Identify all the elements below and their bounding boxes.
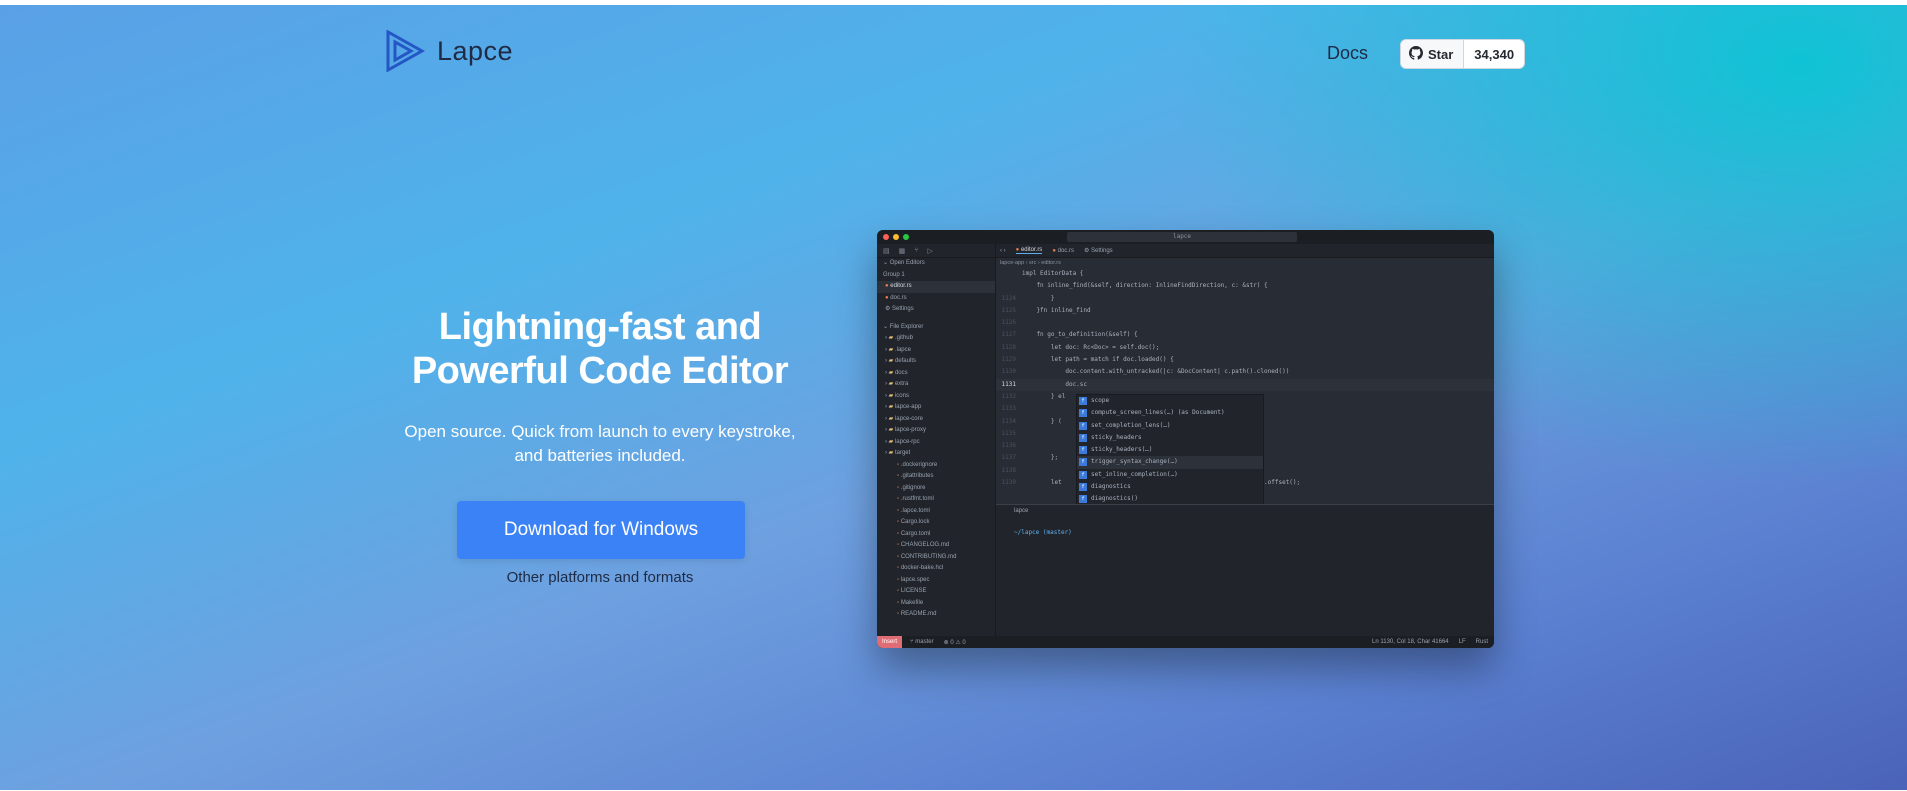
editor-titlebar: lapce	[877, 230, 1494, 244]
explorer-file: ▫ Cargo.lock	[897, 519, 930, 525]
code-line: 1128 let doc: Rc<Doc> = self.doc();	[1001, 343, 1160, 351]
editor-breadcrumb: lapce-app › src › editor.rs	[1000, 260, 1061, 266]
headline-line-2: Powerful Code Editor	[411, 350, 789, 392]
tab-settings: ⚙ Settings	[1083, 248, 1113, 254]
debug-icon: ▷	[927, 247, 933, 255]
files-icon: ▤	[883, 247, 890, 255]
terminal-tab: lapce	[1014, 508, 1029, 514]
explorer-file: ▫ lapce.spec	[897, 576, 930, 583]
explorer-folder: › ▰ lapce-rpc	[885, 438, 920, 445]
hero-subtitle: Open source. Quick from launch to every …	[380, 420, 820, 468]
headline-line-1: Lightning-fast and	[438, 306, 762, 348]
explorer-file: ▫ CHANGELOG.md	[897, 542, 950, 548]
logo-link[interactable]: Lapce	[385, 30, 513, 72]
subtitle-line-2: and batteries included.	[514, 446, 686, 465]
explorer-file: ▫ LICENSE	[897, 588, 927, 594]
explorer-folder: › ▰ icons	[885, 392, 909, 399]
explorer-folder: › ▰ defaults	[885, 358, 916, 364]
github-star-widget[interactable]: Star 34,340	[1400, 39, 1526, 69]
subtitle-line-1: Open source. Quick from launch to every …	[404, 422, 796, 441]
open-editor-item: ● doc.rs	[885, 294, 907, 301]
status-language: Rust	[1475, 639, 1488, 645]
sidebar-icon-bar: ▤ ▦ ⑂ ▷	[877, 244, 995, 258]
group-header: Group 1	[883, 271, 905, 278]
code-line: fn inline_find(&self, direction: InlineF…	[1022, 282, 1268, 290]
explorer-folder: › ▰ lapce-core	[885, 415, 923, 422]
code-line: 1124 }	[1001, 294, 1055, 302]
completion-item: set_inline_completion(…)	[1077, 469, 1263, 481]
explorer-folder: › ▰ .lapce	[885, 346, 911, 353]
completion-item: sticky_headers(…)	[1077, 444, 1263, 456]
terminal-prompt: ~/lapce (master)	[1014, 529, 1072, 536]
explorer-folder: › ▰ extra	[885, 381, 909, 387]
status-problems: ⊗ 0 ⚠ 0	[943, 639, 966, 646]
completion-item: set_completion_lens(…)	[1077, 420, 1263, 432]
code-line: 1129 let path = match if doc.loaded() {	[1001, 356, 1174, 364]
other-platforms-link[interactable]: Other platforms and formats	[400, 569, 800, 586]
explorer-file: ▫ .rustfmt.toml	[897, 496, 934, 502]
status-eol: LF	[1458, 639, 1466, 645]
explorer-folder: › ▰ .github	[885, 335, 913, 341]
explorer-file: ▫ .dockerignore	[897, 461, 938, 468]
close-dot-icon	[883, 234, 889, 240]
editor-search-box: lapce	[1067, 232, 1297, 242]
plugin-icon: ▦	[898, 247, 906, 255]
hero-section: Lapce Docs Star 34,340 Lightning-fast an…	[0, 5, 1907, 790]
brand-name: Lapce	[437, 35, 514, 66]
explorer-folder: › ▰ target	[885, 450, 911, 456]
completion-item: diagnostics	[1077, 481, 1263, 493]
code-line: 1126	[1001, 319, 1016, 327]
code-line: 1131 doc.sc	[996, 378, 1494, 391]
github-star-button[interactable]: Star	[1401, 40, 1465, 68]
explorer-file: ▫ .gitignore	[897, 484, 926, 491]
explorer-file: ▫ .gitattributes	[897, 473, 934, 479]
file-explorer-header: ⌄ File Explorer	[883, 323, 924, 330]
status-mode: Insert	[877, 636, 903, 648]
completion-item: compute_screen_lines(…) (as Document)	[1077, 407, 1263, 419]
download-windows-button[interactable]: Download for Windows	[457, 501, 745, 559]
tab-doc-rs: ● doc.rs	[1052, 247, 1074, 254]
open-editor-item: ⚙ Settings	[885, 306, 914, 312]
open-editor-item: ● editor.rs	[877, 281, 995, 293]
editor-tabs: ‹ › ● editor.rs ● doc.rs ⚙ Settings	[996, 244, 1494, 258]
terminal-panel: lapce ~/lapce (master)	[996, 504, 1494, 636]
code-line: impl EditorData {	[1022, 270, 1084, 277]
source-control-icon: ⑂	[914, 247, 919, 254]
completion-item: sticky_headers	[1077, 432, 1263, 444]
docs-link[interactable]: Docs	[1327, 43, 1368, 64]
explorer-file: ▫ Cargo.toml	[897, 530, 931, 537]
lapce-logo-icon	[385, 30, 425, 72]
explorer-folder: › ▰ lapce-app	[885, 404, 922, 410]
completion-item: scope	[1077, 395, 1263, 407]
minimize-dot-icon	[893, 234, 899, 240]
code-line: 1127 fn go_to_definition(&self) {	[1001, 331, 1138, 339]
explorer-folder: › ▰ lapce-proxy	[885, 427, 926, 433]
github-icon	[1409, 45, 1423, 63]
explorer-file: ▫ .lapce.toml	[897, 507, 930, 514]
maximize-dot-icon	[903, 234, 909, 240]
editor-statusbar: Insert ⑂ master ⊗ 0 ⚠ 0 Ln 1130, Col 18,…	[877, 636, 1494, 648]
completion-item: trigger_syntax_change(…)	[1077, 456, 1263, 469]
tab-editor-rs: ● editor.rs	[1015, 247, 1043, 254]
explorer-file: ▫ docker-bake.hcl	[897, 565, 944, 571]
star-label: Star	[1428, 46, 1454, 62]
editor-main: ‹ › ● editor.rs ● doc.rs ⚙ Settings lapc…	[996, 244, 1494, 636]
explorer-folder: › ▰ docs	[885, 369, 908, 376]
editor-screenshot: lapce ▤ ▦ ⑂ ▷ ⌄ Open Editors Group 1 ● e…	[877, 230, 1494, 648]
status-position: Ln 1130, Col 18, Char 41664	[1372, 639, 1449, 645]
status-branch: ⑂ master	[910, 639, 934, 645]
explorer-file: ▫ README.md	[897, 611, 937, 617]
open-editors-header: ⌄ Open Editors	[883, 260, 925, 266]
code-line: 1130 doc.content.with_untracked(|c: &Doc…	[1001, 368, 1290, 376]
explorer-file: ▫ CONTRIBUTING.md	[897, 553, 957, 560]
code-line: 1125 }fn inline_find	[1001, 306, 1091, 314]
editor-sidebar: ▤ ▦ ⑂ ▷ ⌄ Open Editors Group 1 ● editor.…	[877, 244, 996, 636]
hero-headline: Lightning-fast and Powerful Code Editor	[380, 305, 820, 393]
nav-arrows-icon: ‹ ›	[1000, 247, 1006, 254]
star-count[interactable]: 34,340	[1464, 40, 1524, 68]
explorer-file: ▫ Makefile	[897, 599, 924, 606]
